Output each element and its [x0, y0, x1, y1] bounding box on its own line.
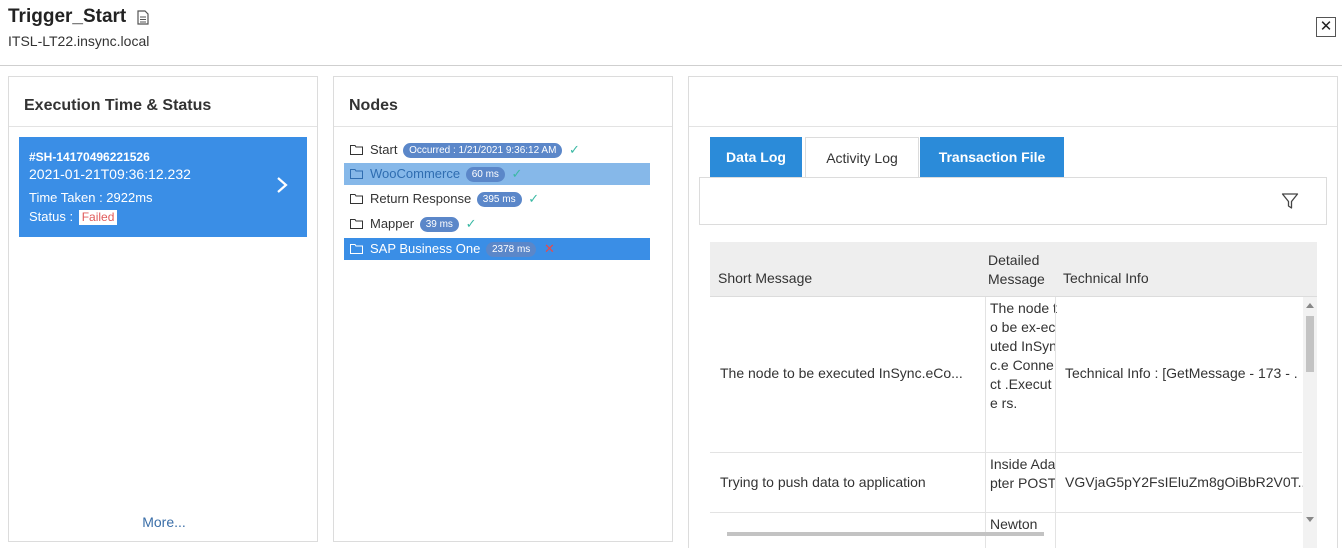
table-row[interactable]: Trying to push data to application Insid…	[710, 453, 1306, 513]
column-divider	[985, 297, 986, 548]
nodes-panel-header: Nodes	[334, 77, 672, 127]
node-item-return-response[interactable]: Return Response 395 ms ✓	[344, 188, 650, 210]
node-item-mapper[interactable]: Mapper 39 ms ✓	[344, 213, 650, 235]
success-check-icon: ✓	[528, 191, 540, 206]
column-header-technical-info[interactable]: Technical Info	[1063, 270, 1149, 286]
column-header-detailed-message[interactable]: Detailed Message	[988, 251, 1054, 289]
modal-header: Trigger_Start ITSL-LT22.insync.local ✕	[0, 0, 1342, 66]
close-button[interactable]: ✕	[1316, 17, 1336, 37]
grid-header: Short Message Detailed Message Technical…	[710, 242, 1317, 297]
execution-panel: Execution Time & Status #SH-141704962215…	[8, 76, 318, 542]
node-item-start[interactable]: Start Occurred : 1/21/2021 9:36:12 AM ✓	[344, 139, 650, 161]
execution-panel-title: Execution Time & Status	[24, 97, 212, 114]
horizontal-scrollbar[interactable]	[710, 532, 1303, 538]
cell-short-message: The node to be executed InSync.eCo...	[720, 365, 963, 381]
node-label: Mapper	[370, 216, 415, 231]
node-timing-badge: 39 ms	[419, 217, 459, 232]
scroll-up-arrow-icon[interactable]	[1306, 303, 1314, 308]
cell-technical-info: Technical Info : [GetMessage - 173 - .	[1065, 365, 1298, 381]
node-label: SAP Business One	[370, 241, 481, 256]
cell-detailed-message: Inside Adapter POST	[990, 456, 1057, 491]
node-label: Start	[370, 142, 398, 157]
folder-icon	[350, 169, 363, 179]
activity-log-grid: Short Message Detailed Message Technical…	[710, 242, 1317, 548]
node-label: Return Response	[370, 191, 472, 206]
host-name: ITSL-LT22.insync.local	[8, 33, 150, 49]
folder-icon	[350, 194, 363, 204]
failure-cross-icon: ✕	[543, 241, 555, 256]
node-label: WooCommerce	[370, 166, 461, 181]
tab-activity-log[interactable]: Activity Log	[805, 137, 919, 178]
node-timing-badge: 395 ms	[476, 192, 522, 207]
cell-short-message: Trying to push data to application	[720, 474, 926, 490]
vertical-scrollbar[interactable]	[1303, 297, 1317, 548]
node-item-woocommerce[interactable]: WooCommerce 60 ms ✓	[344, 163, 650, 185]
success-check-icon: ✓	[569, 142, 580, 157]
tab-transaction-file[interactable]: Transaction File	[920, 137, 1064, 178]
column-divider	[1055, 297, 1056, 548]
execution-id: #SH-14170496221526	[29, 150, 150, 164]
folder-icon	[350, 244, 363, 254]
nodes-panel-title: Nodes	[349, 97, 398, 114]
cell-detailed-message: The node to be ex-ecuted InSync.e Connec…	[990, 300, 1057, 411]
details-panel-header	[689, 77, 1337, 127]
folder-icon	[350, 145, 363, 155]
status-badge: Failed	[78, 210, 118, 225]
status-label: Status :	[29, 209, 74, 224]
success-check-icon: ✓	[511, 166, 523, 181]
cell-technical-info: VGVjaG5pY2FsIEluZm8gOiBbR2V0T..	[1065, 474, 1306, 490]
filter-bar	[699, 177, 1327, 225]
execution-status: Status : Failed	[29, 209, 118, 225]
execution-card[interactable]: #SH-14170496221526 2021-01-21T09:36:12.2…	[19, 137, 307, 237]
nodes-panel: Nodes Start Occurred : 1/21/2021 9:36:12…	[333, 76, 673, 542]
document-icon[interactable]	[137, 10, 149, 25]
success-check-icon: ✓	[465, 216, 477, 231]
more-link[interactable]: More...	[9, 514, 319, 530]
scroll-down-arrow-icon[interactable]	[1306, 517, 1314, 522]
folder-icon	[350, 219, 363, 229]
node-timing-badge: 2378 ms	[485, 242, 537, 257]
node-timing-badge: Occurred : 1/21/2021 9:36:12 AM	[403, 143, 563, 158]
horizontal-scrollbar-thumb[interactable]	[727, 532, 1044, 536]
vertical-scrollbar-thumb[interactable]	[1306, 316, 1314, 372]
filter-icon[interactable]	[1281, 192, 1299, 210]
chevron-right-icon[interactable]	[275, 175, 289, 195]
execution-time-taken: Time Taken : 2922ms	[29, 190, 153, 205]
tab-data-log[interactable]: Data Log	[710, 137, 802, 178]
node-timing-badge: 60 ms	[465, 167, 505, 182]
execution-timestamp: 2021-01-21T09:36:12.232	[29, 166, 191, 182]
execution-panel-header: Execution Time & Status	[9, 77, 317, 127]
table-row[interactable]: The node to be executed InSync.eCo... Th…	[710, 297, 1302, 453]
table-row[interactable]: Newton	[710, 513, 1302, 548]
column-header-short-message[interactable]: Short Message	[718, 270, 812, 286]
page-title: Trigger_Start	[8, 6, 127, 27]
details-panel: Data Log Activity Log Transaction File S…	[688, 76, 1338, 548]
node-item-sap-business-one[interactable]: SAP Business One 2378 ms ✕	[344, 238, 650, 260]
